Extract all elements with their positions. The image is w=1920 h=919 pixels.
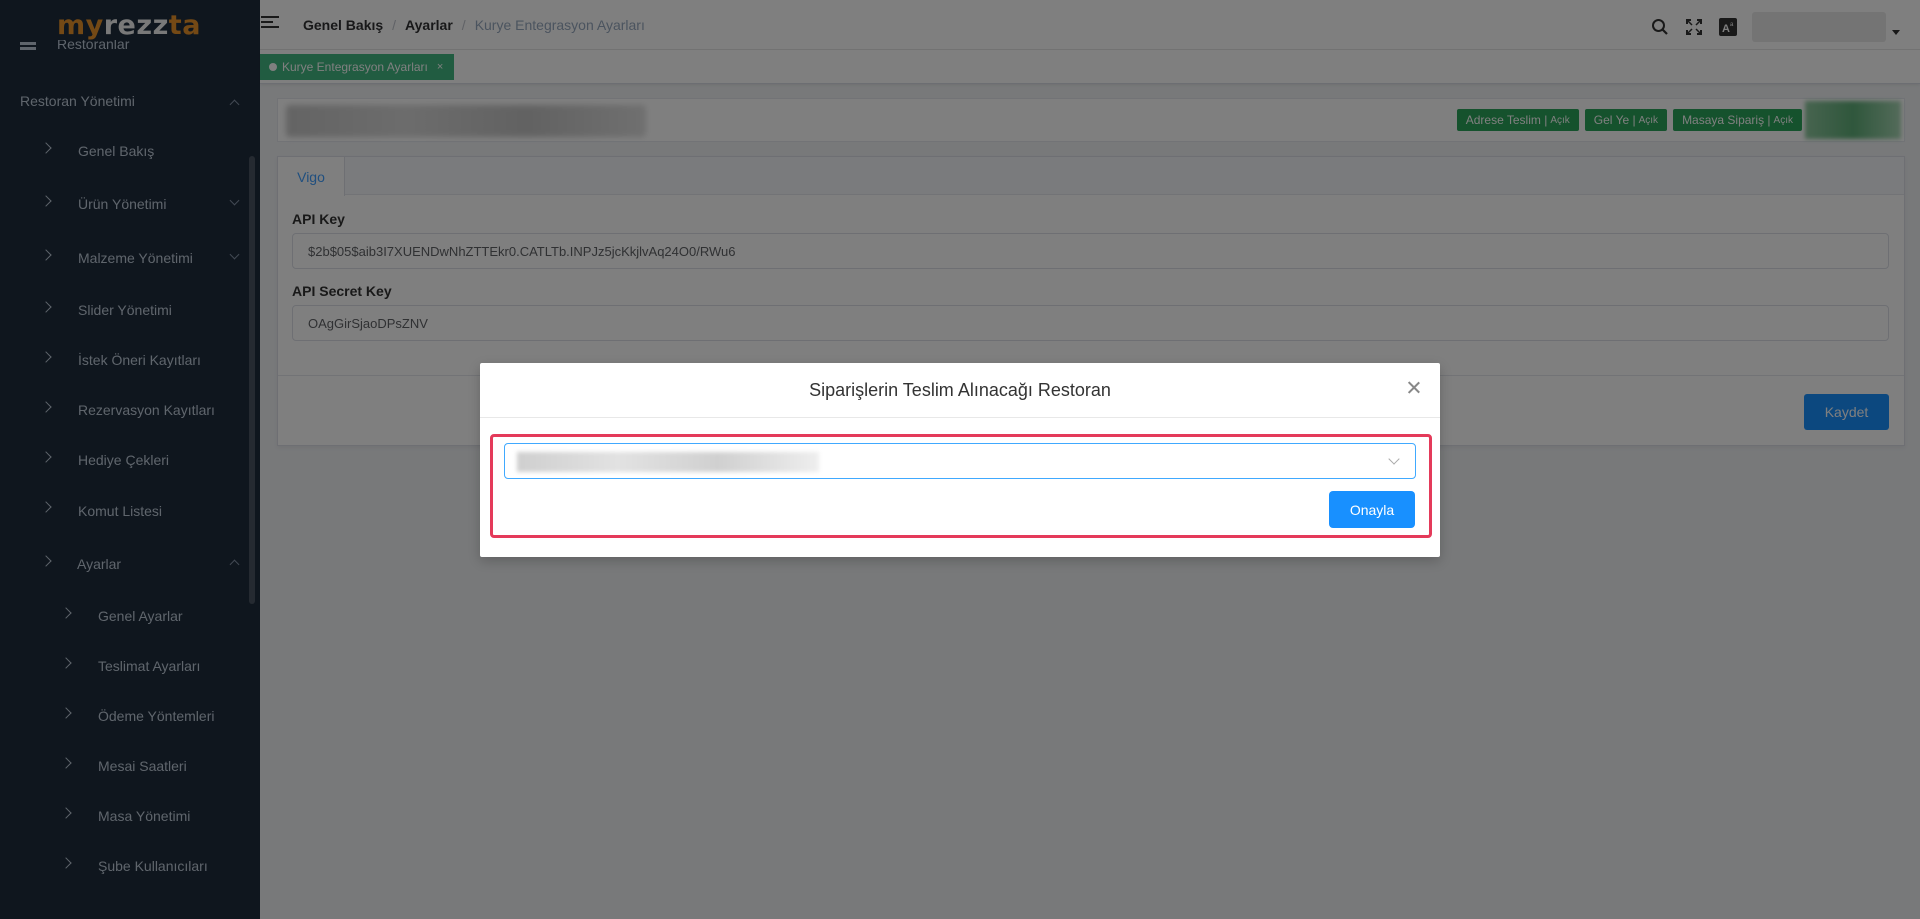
modal-header: Siparişlerin Teslim Alınacağı Restoran (480, 363, 1440, 418)
confirm-button[interactable]: Onayla (1329, 491, 1415, 528)
close-icon[interactable] (1404, 378, 1424, 398)
restaurant-select-modal: Siparişlerin Teslim Alınacağı Restoran O… (480, 363, 1440, 557)
restaurant-select[interactable] (504, 443, 1416, 479)
modal-title: Siparişlerin Teslim Alınacağı Restoran (809, 379, 1111, 400)
chevron-down-icon (1388, 453, 1400, 465)
selected-restaurant-blurred (517, 452, 819, 472)
